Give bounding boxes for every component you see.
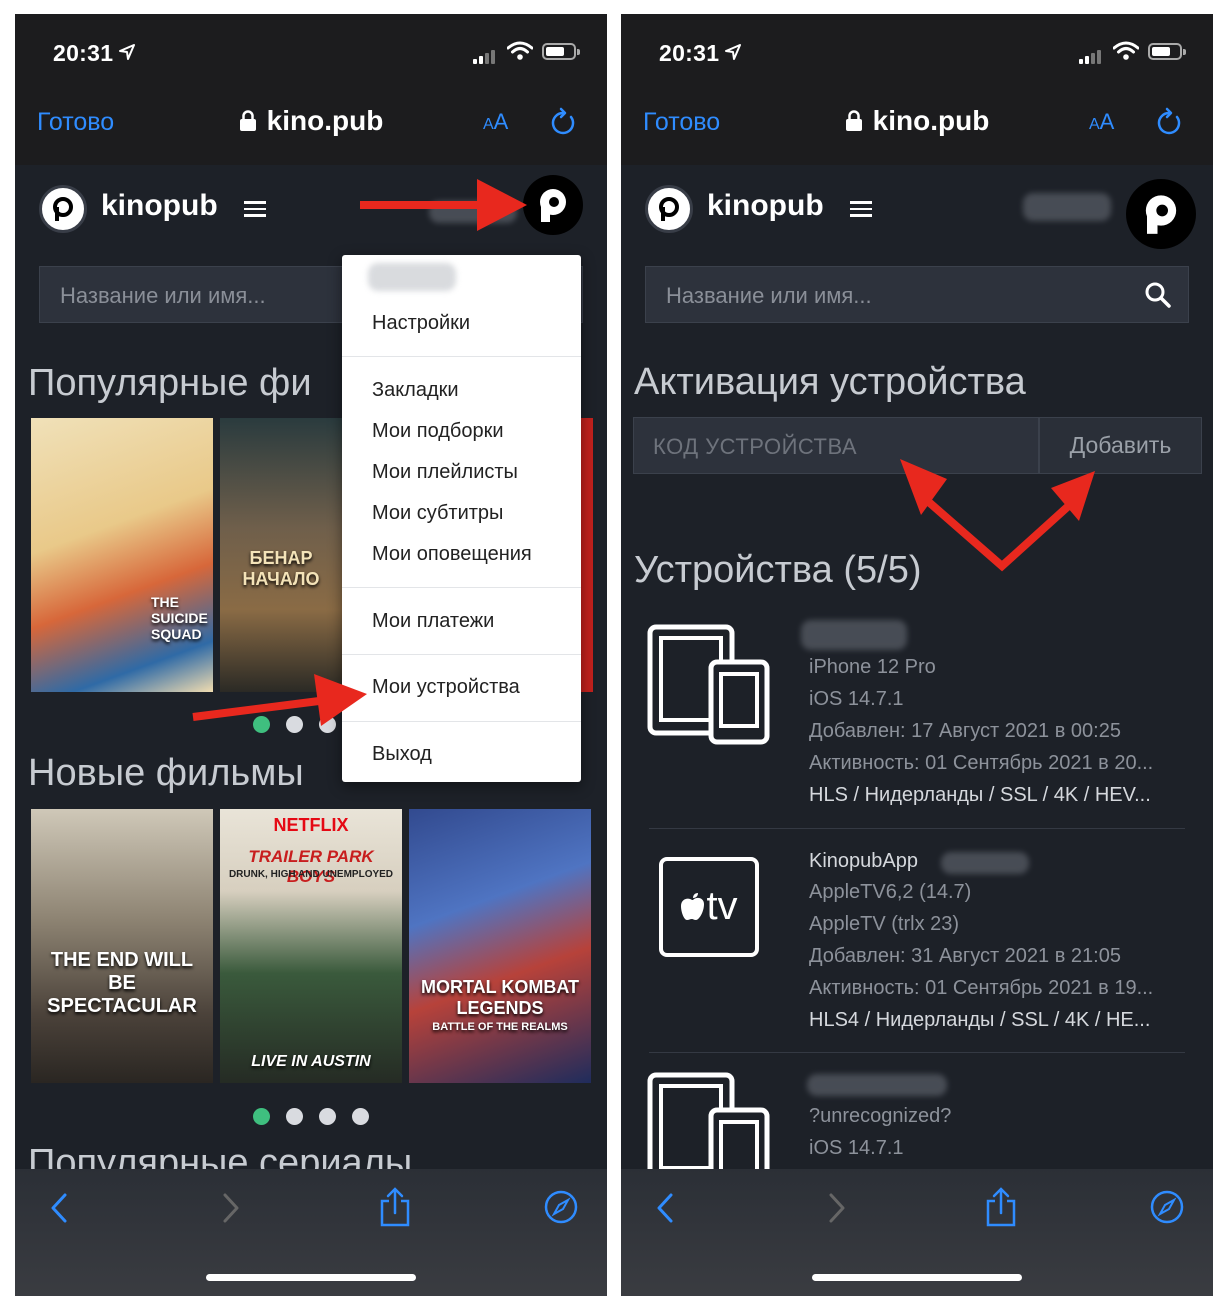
back-icon[interactable] [655, 1191, 677, 1225]
compass-icon[interactable] [543, 1189, 579, 1225]
share-icon[interactable] [378, 1187, 412, 1227]
compass-icon[interactable] [1149, 1189, 1185, 1225]
safari-toolbar [15, 1169, 607, 1296]
phone-screen-right: 20:31 Готово kino.pub AA kinopub Названи… [621, 14, 1213, 1296]
safari-toolbar [621, 1169, 1213, 1296]
forward-icon[interactable] [219, 1191, 241, 1225]
back-icon[interactable] [49, 1191, 71, 1225]
forward-icon[interactable] [825, 1191, 847, 1225]
annotation-arrows-right [900, 459, 1095, 572]
phone-screen-left: 20:31 Готово kino.pub AA kinopub Названи… [15, 14, 607, 1296]
home-indicator [812, 1274, 1022, 1281]
share-icon[interactable] [984, 1187, 1018, 1227]
annotation-arrows-left [192, 179, 527, 726]
home-indicator [206, 1274, 416, 1281]
